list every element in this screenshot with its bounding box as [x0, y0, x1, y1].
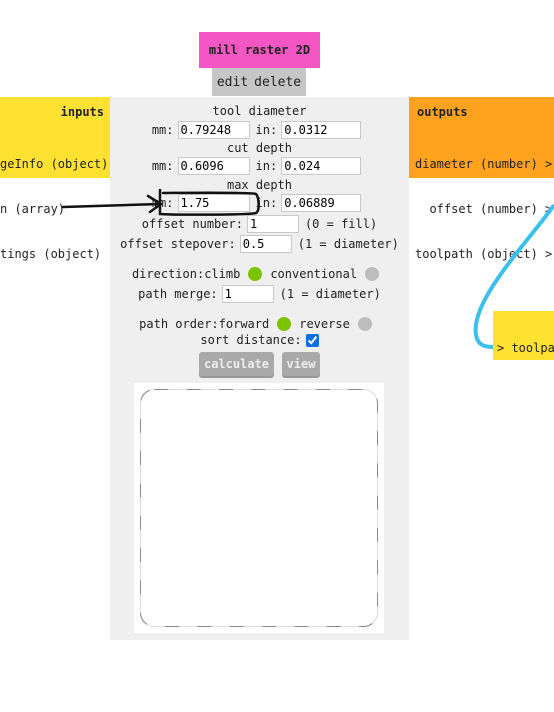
module-actions: edit delete: [212, 68, 306, 96]
toolpath-input-port[interactable]: > toolpa: [497, 341, 554, 355]
tool-diameter-label: tool diameter: [212, 104, 307, 118]
cut-depth-mm-input[interactable]: [177, 157, 250, 175]
in-label: in:: [255, 123, 278, 137]
outputs-header: outputs: [417, 105, 468, 119]
forward-label: forward: [218, 317, 270, 331]
path-merge-input[interactable]: [221, 285, 274, 303]
tool-diameter-mm-input[interactable]: [177, 121, 250, 139]
delete-button[interactable]: delete: [254, 75, 301, 90]
forward-radio[interactable]: [277, 317, 292, 331]
output-port[interactable]: toolpath (object) >: [415, 247, 552, 262]
climb-radio[interactable]: [248, 267, 263, 281]
reverse-radio[interactable]: [357, 317, 372, 331]
inputs-panel: inputs geInfo (object) n (array) tings (…: [0, 97, 110, 261]
climb-label: climb: [204, 267, 241, 281]
max-depth-mm-input[interactable]: [177, 194, 250, 212]
output-port[interactable]: diameter (number) >: [415, 157, 552, 172]
preview-outline: [140, 389, 378, 627]
edit-button[interactable]: edit: [217, 75, 248, 90]
toolpath-preview-canvas: [134, 383, 384, 633]
max-depth-label: max depth: [226, 178, 293, 192]
conventional-label: conventional: [270, 267, 358, 281]
cut-depth-label: cut depth: [226, 141, 293, 155]
offset-number-label: offset number:: [141, 217, 243, 231]
offset-stepover-hint: (1 = diameter): [297, 237, 399, 251]
sort-distance-label: sort distance:: [200, 333, 302, 347]
input-port[interactable]: tings (object): [0, 247, 108, 262]
in-label: in:: [255, 196, 278, 210]
outputs-panel: outputs diameter (number) > offset (numb…: [409, 97, 554, 261]
view-button[interactable]: view: [282, 352, 320, 376]
path-merge-label: path merge:: [138, 287, 218, 301]
output-port[interactable]: offset (number) >: [415, 202, 552, 217]
mm-label: mm:: [151, 159, 174, 173]
tool-diameter-in-input[interactable]: [281, 121, 362, 139]
reverse-label: reverse: [299, 317, 350, 331]
path-merge-hint: (1 = diameter): [279, 287, 381, 301]
max-depth-in-input[interactable]: [281, 194, 362, 212]
sort-distance-checkbox[interactable]: [305, 333, 319, 347]
mm-label: mm:: [151, 196, 174, 210]
input-port[interactable]: n (array): [0, 202, 108, 217]
conventional-radio[interactable]: [365, 267, 380, 281]
offset-stepover-label: offset stepover:: [120, 237, 236, 251]
in-label: in:: [255, 159, 278, 173]
direction-label: direction:: [131, 267, 205, 281]
mm-label: mm:: [151, 123, 174, 137]
path-order-label: path order:: [139, 317, 219, 331]
cut-depth-in-input[interactable]: [281, 157, 362, 175]
offset-number-hint: (0 = fill): [304, 217, 378, 231]
module-title[interactable]: mill raster 2D: [199, 32, 320, 68]
calculate-button[interactable]: calculate: [199, 352, 274, 376]
offset-number-input[interactable]: [246, 215, 299, 233]
offset-stepover-input[interactable]: [239, 235, 292, 253]
connected-node[interactable]: > toolpa: [493, 311, 554, 360]
inputs-header: inputs: [60, 105, 104, 119]
input-port[interactable]: geInfo (object): [0, 157, 108, 172]
